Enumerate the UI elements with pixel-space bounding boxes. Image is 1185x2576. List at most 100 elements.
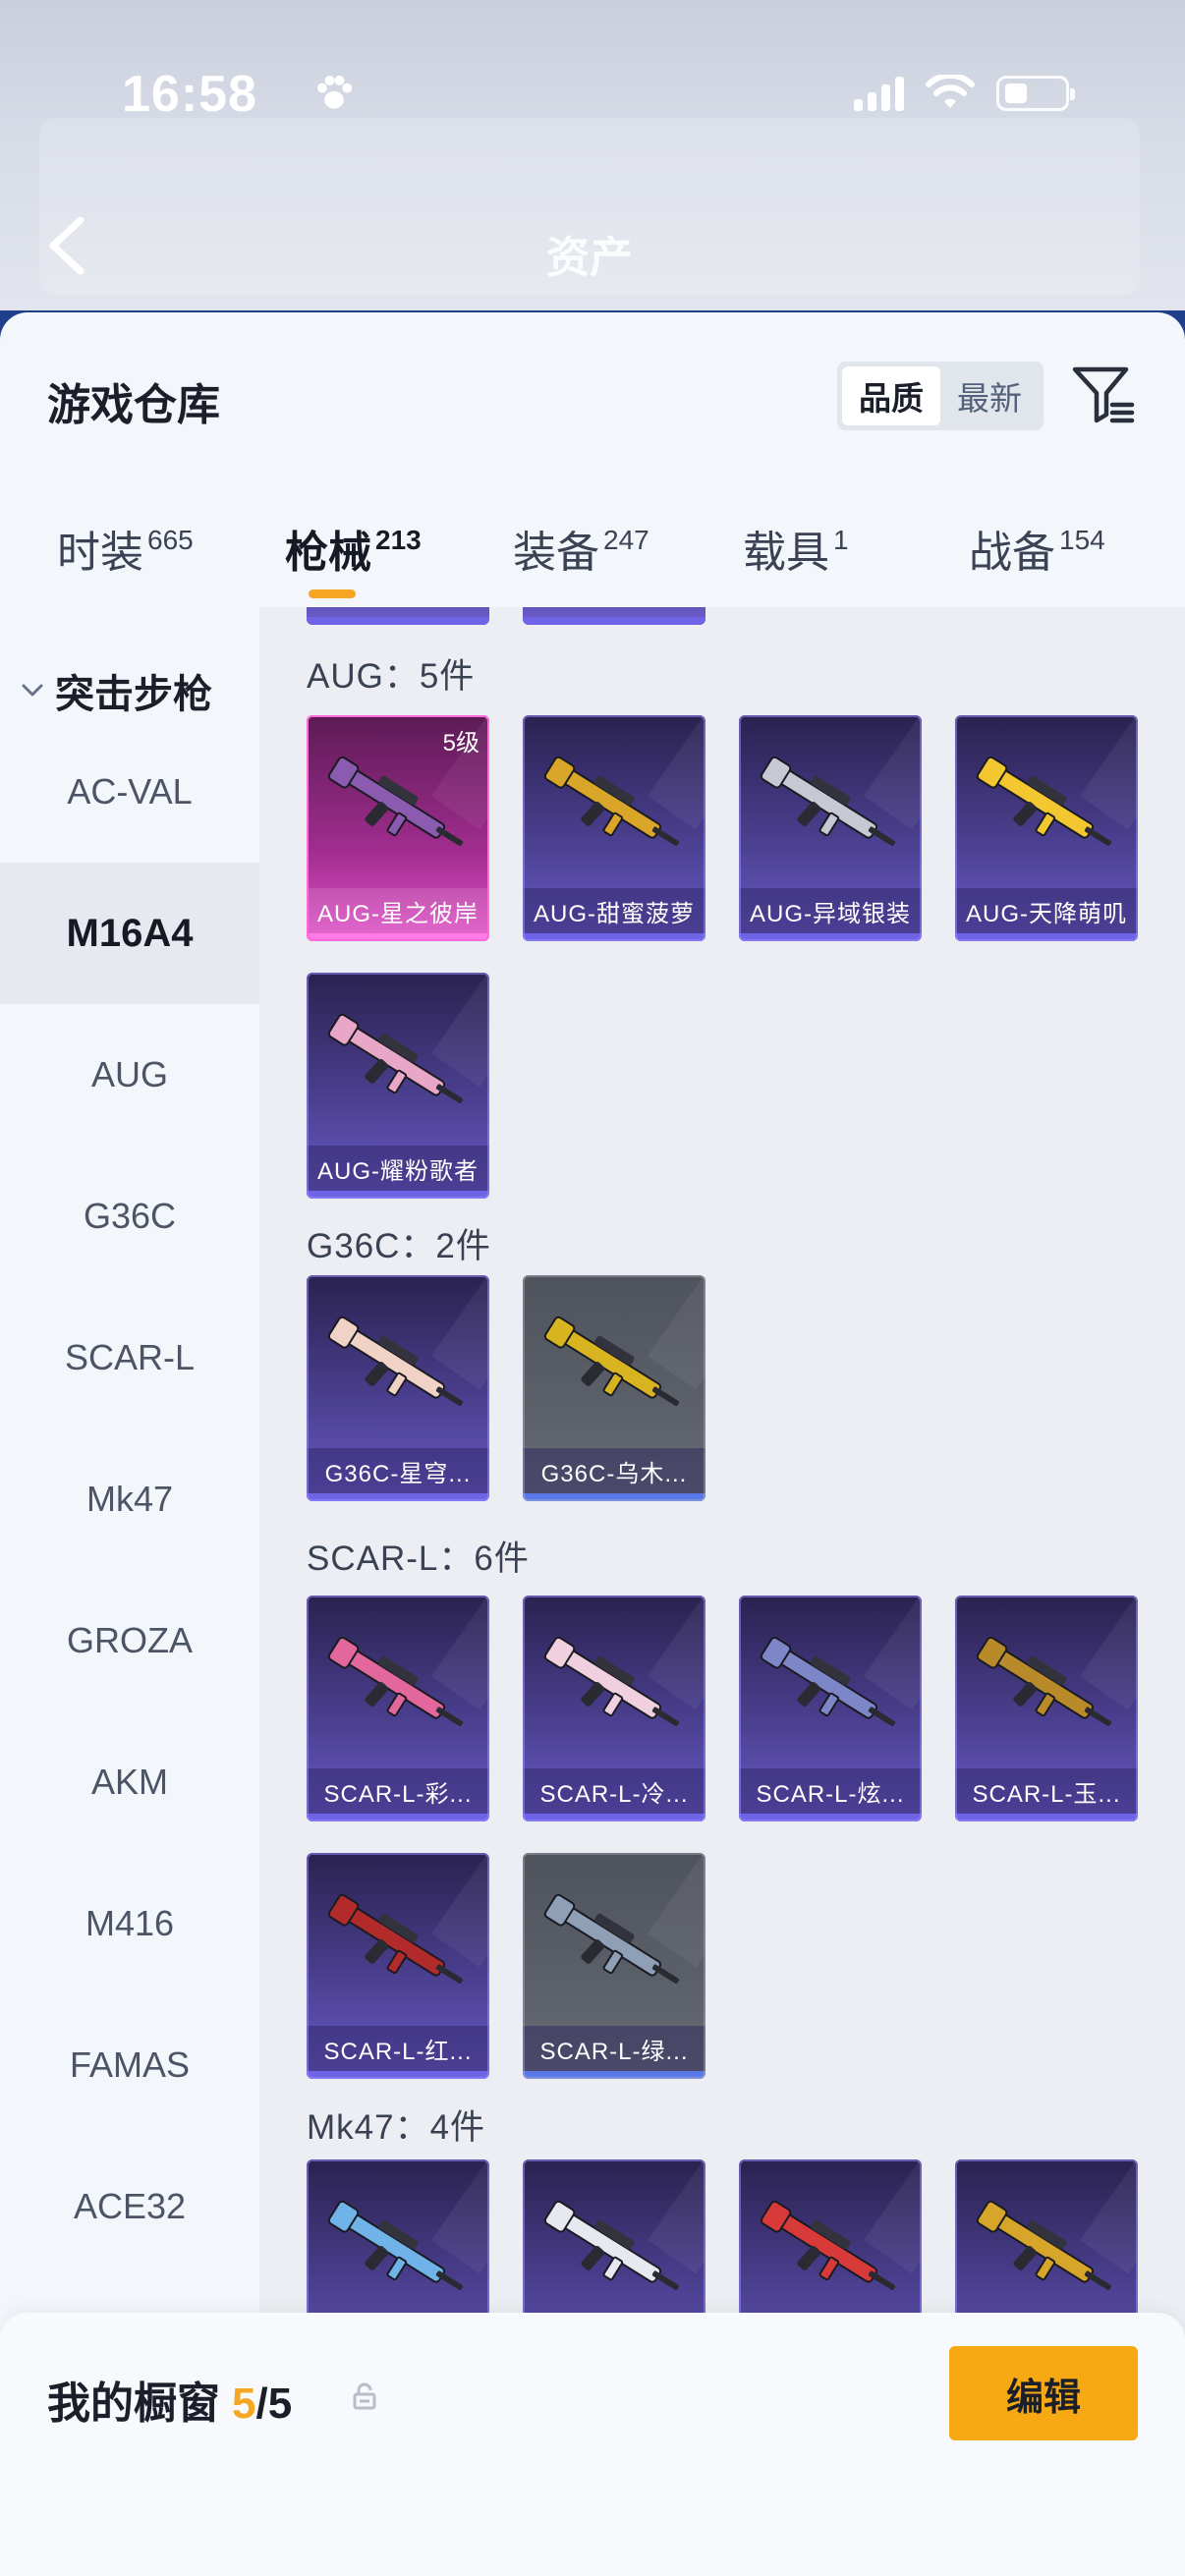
group-title-scar-l: SCAR-L：6件: [307, 1540, 530, 1578]
rarity-bar: [307, 1814, 489, 1821]
skin-card[interactable]: G36C-星穹...: [307, 1275, 489, 1501]
skin-card[interactable]: AUG-天降萌叽: [955, 715, 1138, 941]
tab-firearms[interactable]: 枪械 213: [285, 517, 422, 580]
rifle-icon: [543, 1893, 680, 1984]
rifle-icon: [543, 2200, 680, 2290]
skin-card[interactable]: SCAR-L-红...: [307, 1853, 489, 2079]
skin-label: G36C-星穹...: [307, 1448, 489, 1493]
weapon-sidebar: 突击步枪 AC-VAL M16A4 AUG G36C SCAR-L Mk47 G…: [0, 607, 259, 2576]
sidebar-category-label: 突击步枪: [55, 673, 212, 716]
rarity-bar: [307, 1191, 489, 1199]
paw-icon: [316, 75, 353, 109]
skin-card-partial[interactable]: [523, 607, 705, 625]
skin-label: SCAR-L-彩...: [307, 1768, 489, 1814]
tab-equipment[interactable]: 装备 247: [513, 517, 649, 580]
rarity-bar: [955, 1814, 1138, 1821]
wifi-icon: [926, 75, 975, 108]
skin-card[interactable]: SCAR-L-绿...: [523, 1853, 705, 2079]
sidebar-category[interactable]: 突击步枪: [20, 662, 212, 719]
skin-label: SCAR-L-红...: [307, 2026, 489, 2071]
group-title-aug: AUG：5件: [307, 657, 476, 696]
sidebar-item-m416[interactable]: M416: [0, 1853, 259, 1994]
sidebar-item-g36c[interactable]: G36C: [0, 1146, 259, 1287]
skin-label: SCAR-L-绿...: [523, 2026, 705, 2071]
group-title-g36c: G36C：2件: [307, 1227, 491, 1265]
sidebar-item-akm[interactable]: AKM: [0, 1711, 259, 1853]
showcase-title: 我的橱窗: [47, 2380, 220, 2428]
sidebar-item-scar-l[interactable]: SCAR-L: [0, 1287, 259, 1428]
battery-icon: [996, 76, 1075, 111]
skin-card[interactable]: G36C-乌木...: [523, 1275, 705, 1501]
skin-card[interactable]: SCAR-L-炫...: [739, 1596, 922, 1821]
category-tabs: 时装 665 枪械 213 装备 247 载具 1 战备 154: [0, 499, 1185, 607]
skin-card[interactable]: SCAR-L-彩...: [307, 1596, 489, 1821]
rifle-icon: [760, 2200, 896, 2290]
rarity-bar: [739, 1814, 922, 1821]
skin-card[interactable]: AUG-异域银装: [739, 715, 922, 941]
skin-card[interactable]: AUG-甜蜜菠萝: [523, 715, 705, 941]
back-arrow-icon[interactable]: [45, 214, 88, 277]
group-title-mk47: Mk47：4件: [307, 2108, 486, 2147]
sidebar-item-groza[interactable]: GROZA: [0, 1570, 259, 1711]
tab-vehicles[interactable]: 载具 1: [743, 517, 849, 580]
rifle-icon: [760, 756, 896, 846]
skin-label: AUG-天降萌叽: [955, 888, 1138, 933]
skin-label: AUG-甜蜜菠萝: [523, 888, 705, 933]
signal-icon: [854, 76, 904, 111]
showcase-separator: /: [255, 2380, 268, 2428]
sidebar-item-famas[interactable]: FAMAS: [0, 1994, 259, 2136]
rarity-bar: [523, 2071, 705, 2079]
skin-card[interactable]: AUG-耀粉歌者: [307, 973, 489, 1199]
rifle-icon: [976, 756, 1112, 846]
sidebar-item-ac-val[interactable]: AC-VAL: [0, 721, 259, 863]
lock-icon: [353, 2382, 376, 2410]
skin-label: SCAR-L-玉...: [955, 1768, 1138, 1814]
rarity-bar: [523, 1493, 705, 1501]
showcase-label: 我的橱窗 5 / 5: [47, 2368, 292, 2431]
status-time: 16:58: [122, 66, 257, 123]
rifle-icon: [976, 2200, 1112, 2290]
rarity-bar: [307, 933, 489, 941]
sort-option-newest[interactable]: 最新: [940, 366, 1039, 425]
rifle-icon: [976, 1636, 1112, 1726]
sidebar-item-mk47[interactable]: Mk47: [0, 1428, 259, 1570]
weapon-grid: AUG：5件 G36C：2件 SCAR-L：6件 Mk47：4件 5级 AUG-星…: [259, 607, 1185, 2576]
sort-option-quality[interactable]: 品质: [842, 366, 940, 425]
rarity-bar: [307, 2071, 489, 2079]
rifle-icon: [327, 2200, 464, 2290]
rarity-bar: [523, 933, 705, 941]
rifle-icon: [327, 756, 464, 846]
rifle-icon: [543, 756, 680, 846]
showcase-bar: 我的橱窗 5 / 5 编辑: [0, 2313, 1185, 2576]
showcase-count: 5: [232, 2380, 256, 2428]
status-icons: [854, 75, 1075, 112]
rarity-bar: [523, 1814, 705, 1821]
rarity-bar: [739, 933, 922, 941]
sidebar-item-aug[interactable]: AUG: [0, 1004, 259, 1146]
skin-card[interactable]: SCAR-L-玉...: [955, 1596, 1138, 1821]
showcase-total: 5: [267, 2380, 293, 2428]
skin-label: G36C-乌木...: [523, 1448, 705, 1493]
background-header: 16:58 资产: [0, 0, 1185, 324]
sheet-title: 游戏仓库: [47, 381, 220, 429]
active-tab-indicator: [309, 589, 356, 598]
skin-label: AUG-耀粉歌者: [307, 1146, 489, 1191]
tab-fashion[interactable]: 时装 665: [57, 517, 194, 580]
rifle-icon: [543, 1316, 680, 1406]
filter-icon[interactable]: [1069, 362, 1136, 428]
sidebar-item-ace32[interactable]: ACE32: [0, 2136, 259, 2277]
skin-card[interactable]: 5级 AUG-星之彼岸: [307, 715, 489, 941]
rifle-icon: [327, 1316, 464, 1406]
edit-button[interactable]: 编辑: [949, 2346, 1138, 2440]
skin-card[interactable]: SCAR-L-冷...: [523, 1596, 705, 1821]
sort-toggle: 品质 最新: [837, 362, 1044, 430]
rifle-icon: [327, 1013, 464, 1103]
warehouse-sheet: 游戏仓库 品质 最新 时装 665 枪械 213 装备 247 载具 1 战备 154 突…: [0, 312, 1185, 2576]
rarity-bar: [307, 1493, 489, 1501]
sidebar-item-m16a4[interactable]: M16A4: [0, 863, 259, 1004]
skin-level: 5级: [442, 730, 480, 756]
tab-supplies[interactable]: 战备 154: [969, 517, 1105, 580]
rifle-icon: [327, 1893, 464, 1984]
rifle-icon: [327, 1636, 464, 1726]
skin-card-partial[interactable]: [307, 607, 489, 625]
